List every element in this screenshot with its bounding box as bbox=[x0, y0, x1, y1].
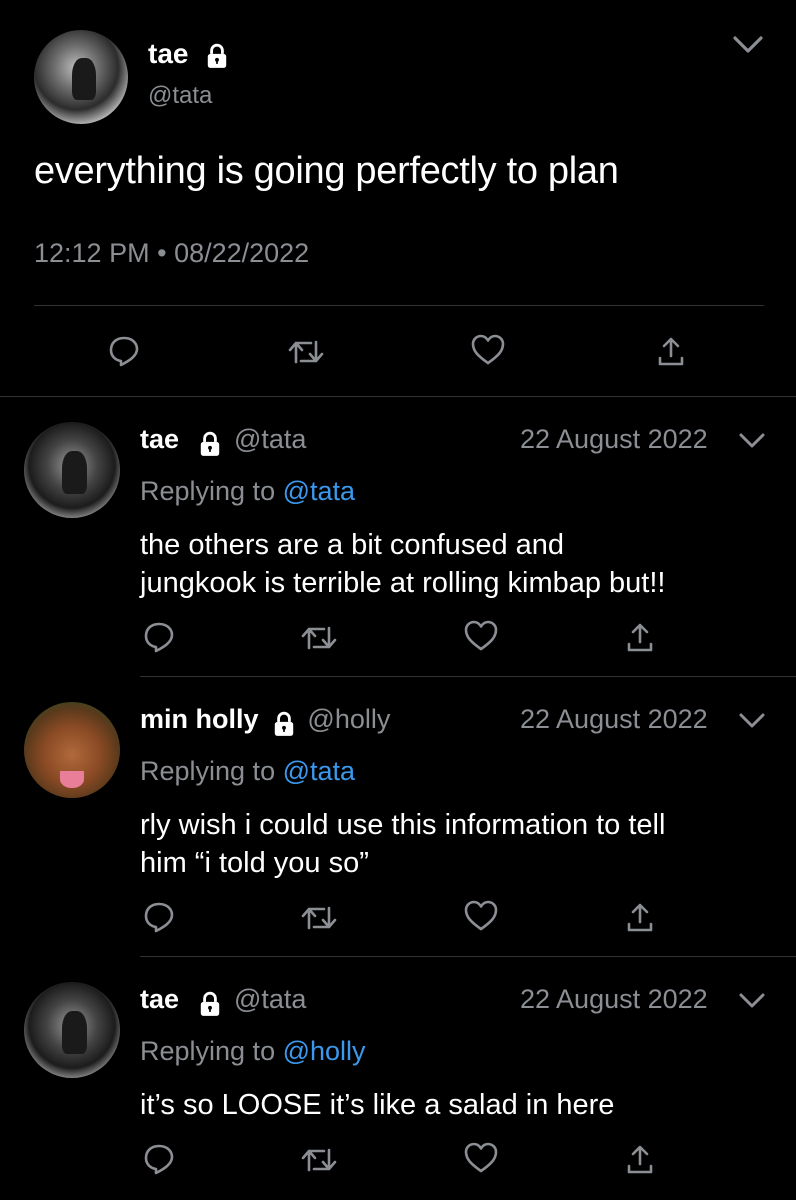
reply-icon[interactable] bbox=[142, 1142, 176, 1176]
replying-to-link[interactable]: @tata bbox=[283, 756, 355, 786]
reply-icon[interactable] bbox=[107, 334, 141, 368]
replying-prefix: Replying to bbox=[140, 756, 276, 786]
avatar[interactable] bbox=[24, 982, 120, 1078]
reply-icon[interactable] bbox=[142, 620, 176, 654]
divider bbox=[0, 396, 796, 397]
replying-prefix: Replying to bbox=[140, 476, 276, 506]
reply-author-name[interactable]: tae bbox=[140, 424, 179, 454]
chevron-down-icon[interactable] bbox=[738, 992, 766, 1010]
share-icon[interactable] bbox=[625, 902, 655, 934]
replying-to: Replying to @tata bbox=[140, 756, 355, 787]
lock-icon bbox=[197, 991, 223, 1017]
separator: • bbox=[157, 238, 167, 268]
replying-to-link[interactable]: @holly bbox=[283, 1036, 366, 1066]
reply-text: it’s so LOOSE it’s like a salad in here bbox=[140, 1086, 614, 1124]
like-icon[interactable] bbox=[463, 1142, 499, 1174]
retweet-icon[interactable] bbox=[300, 904, 338, 932]
share-icon[interactable] bbox=[656, 336, 686, 368]
reply-author-name[interactable]: tae bbox=[140, 984, 179, 1014]
author-name-text[interactable]: tae bbox=[148, 38, 188, 69]
replying-to-link[interactable]: @tata bbox=[283, 476, 355, 506]
lock-icon bbox=[197, 431, 223, 457]
reply-icon[interactable] bbox=[142, 900, 176, 934]
divider bbox=[140, 956, 796, 957]
divider bbox=[140, 676, 796, 677]
reply-text-line: rly wish i could use this information to… bbox=[140, 809, 666, 841]
replying-to: Replying to @tata bbox=[140, 476, 355, 507]
reply-author-handle[interactable]: @tata bbox=[234, 424, 306, 454]
avatar[interactable] bbox=[34, 30, 128, 124]
reply-header: tae @tata bbox=[140, 984, 306, 1017]
reply-header: min holly @holly bbox=[140, 704, 390, 737]
share-icon[interactable] bbox=[625, 622, 655, 654]
retweet-icon[interactable] bbox=[300, 1146, 338, 1174]
divider bbox=[34, 305, 764, 306]
reply-date: 22 August 2022 bbox=[520, 984, 708, 1014]
reply-date: 22 August 2022 bbox=[520, 424, 708, 454]
replying-prefix: Replying to bbox=[140, 1036, 276, 1066]
author-name[interactable]: tae bbox=[148, 38, 230, 70]
like-icon[interactable] bbox=[463, 900, 499, 932]
reply-author-handle[interactable]: @holly bbox=[307, 704, 390, 734]
chevron-down-icon[interactable] bbox=[732, 34, 764, 56]
avatar[interactable] bbox=[24, 422, 120, 518]
retweet-icon[interactable] bbox=[287, 338, 325, 366]
avatar[interactable] bbox=[24, 702, 120, 798]
chevron-down-icon[interactable] bbox=[738, 712, 766, 730]
retweet-icon[interactable] bbox=[300, 624, 338, 652]
chevron-down-icon[interactable] bbox=[738, 432, 766, 450]
replying-to: Replying to @holly bbox=[140, 1036, 366, 1067]
reply-text-line: it’s so LOOSE it’s like a salad in here bbox=[140, 1089, 615, 1121]
lock-icon bbox=[271, 711, 297, 737]
lock-icon bbox=[204, 43, 230, 69]
share-icon[interactable] bbox=[625, 1144, 655, 1176]
reply-text: the others are a bit confused and jungko… bbox=[140, 526, 665, 602]
reply-header: tae @tata bbox=[140, 424, 306, 457]
reply-text-line: jungkook is terrible at rolling kimbap b… bbox=[140, 567, 666, 599]
reply-text: rly wish i could use this information to… bbox=[140, 806, 665, 882]
reply-text-line: the others are a bit confused and bbox=[140, 529, 565, 561]
tweet-time: 12:12 PM bbox=[34, 238, 150, 268]
like-icon[interactable] bbox=[463, 620, 499, 652]
tweet-date: 08/22/2022 bbox=[174, 238, 310, 268]
like-icon[interactable] bbox=[470, 334, 506, 366]
tweet-text: everything is going perfectly to plan bbox=[34, 150, 619, 192]
reply-author-name[interactable]: min holly bbox=[140, 704, 259, 734]
tweet-timestamp: 12:12 PM • 08/22/2022 bbox=[34, 238, 309, 269]
reply-text-line: him “i told you so” bbox=[140, 847, 369, 879]
author-handle[interactable]: @tata bbox=[148, 82, 212, 110]
reply-author-handle[interactable]: @tata bbox=[234, 984, 306, 1014]
reply-date: 22 August 2022 bbox=[520, 704, 708, 734]
